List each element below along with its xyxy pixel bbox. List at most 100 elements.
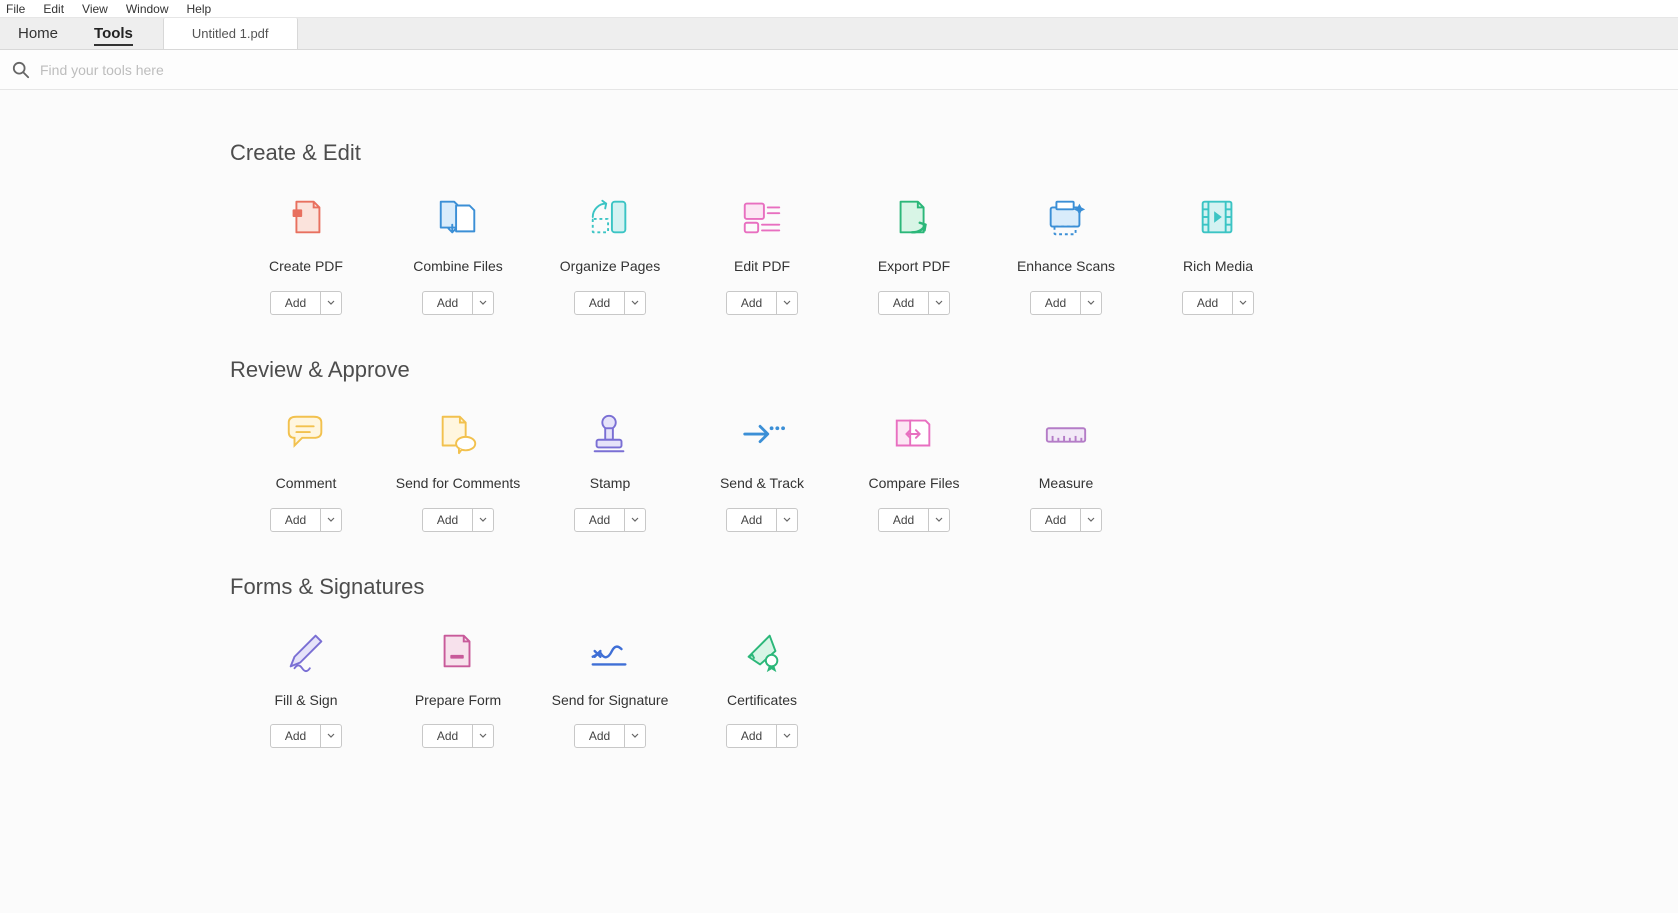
add-button[interactable]: Add xyxy=(270,508,342,532)
tool-send-for-signature[interactable]: Send for Signature Add xyxy=(534,628,686,749)
add-button[interactable]: Add xyxy=(574,508,646,532)
add-button-label: Add xyxy=(423,509,473,531)
tool-label: Prepare Form xyxy=(415,692,501,709)
tool-edit-pdf[interactable]: Edit PDF Add xyxy=(686,194,838,315)
tool-label: Organize Pages xyxy=(560,258,660,275)
menu-edit[interactable]: Edit xyxy=(35,2,72,16)
tool-label: Send & Track xyxy=(720,475,804,492)
content-scroll[interactable]: Create & EditCreate PDFAddCombine FilesA… xyxy=(0,90,1678,913)
tool-send-and-track[interactable]: Send & Track Add xyxy=(686,411,838,532)
add-button[interactable]: Add xyxy=(726,724,798,748)
tool-label: Edit PDF xyxy=(734,258,790,275)
tool-send-for-comments[interactable]: Send for Comments Add xyxy=(382,411,534,532)
add-button[interactable]: Add xyxy=(270,724,342,748)
chevron-down-icon[interactable] xyxy=(321,292,341,314)
chevron-down-icon[interactable] xyxy=(625,509,645,531)
chevron-down-icon[interactable] xyxy=(777,509,797,531)
add-button[interactable]: Add xyxy=(574,724,646,748)
tool-rich-media[interactable]: Rich Media Add xyxy=(1142,194,1294,315)
tool-create-pdf[interactable]: Create PDFAdd xyxy=(230,194,382,315)
enhance-scans-icon xyxy=(1040,194,1092,240)
add-button-label: Add xyxy=(1031,292,1081,314)
add-button[interactable]: Add xyxy=(422,291,494,315)
tool-export-pdf[interactable]: Export PDF Add xyxy=(838,194,990,315)
tool-label: Rich Media xyxy=(1183,258,1253,275)
section-title: Review & Approve xyxy=(230,357,1678,383)
add-button[interactable]: Add xyxy=(1030,508,1102,532)
add-button[interactable]: Add xyxy=(878,291,950,315)
tool-comment[interactable]: CommentAdd xyxy=(230,411,382,532)
chevron-down-icon[interactable] xyxy=(321,725,341,747)
tool-organize-pages[interactable]: Organize Pages Add xyxy=(534,194,686,315)
tool-label: Compare Files xyxy=(868,475,959,492)
stamp-icon xyxy=(584,411,636,457)
tab-home[interactable]: Home xyxy=(0,18,76,49)
tool-certificates[interactable]: CertificatesAdd xyxy=(686,628,838,749)
tool-label: Send for Signature xyxy=(552,692,669,709)
add-button[interactable]: Add xyxy=(422,724,494,748)
add-button[interactable]: Add xyxy=(1182,291,1254,315)
chevron-down-icon[interactable] xyxy=(1081,292,1101,314)
tool-label: Fill & Sign xyxy=(274,692,337,709)
tool-label: Send for Comments xyxy=(396,475,521,492)
menu-window[interactable]: Window xyxy=(118,2,177,16)
chevron-down-icon[interactable] xyxy=(1081,509,1101,531)
chevron-down-icon[interactable] xyxy=(777,292,797,314)
certificates-icon xyxy=(736,628,788,674)
search-icon xyxy=(12,61,30,79)
tool-label: Export PDF xyxy=(878,258,950,275)
tool-label: Combine Files xyxy=(413,258,502,275)
add-button[interactable]: Add xyxy=(422,508,494,532)
add-button-label: Add xyxy=(575,509,625,531)
menu-help[interactable]: Help xyxy=(179,2,220,16)
tool-stamp[interactable]: Stamp Add xyxy=(534,411,686,532)
tool-compare-files[interactable]: Compare Files Add xyxy=(838,411,990,532)
chevron-down-icon[interactable] xyxy=(473,725,493,747)
add-button-label: Add xyxy=(575,292,625,314)
chevron-down-icon[interactable] xyxy=(929,509,949,531)
add-button[interactable]: Add xyxy=(878,508,950,532)
rich-media-icon xyxy=(1192,194,1244,240)
combine-files-icon xyxy=(432,194,484,240)
chevron-down-icon[interactable] xyxy=(929,292,949,314)
tool-row: Fill & SignAddPrepare FormAddSend for Si… xyxy=(230,628,1678,749)
add-button-label: Add xyxy=(727,725,777,747)
add-button-label: Add xyxy=(879,509,929,531)
measure-icon xyxy=(1040,411,1092,457)
tool-prepare-form[interactable]: Prepare Form Add xyxy=(382,628,534,749)
search-input[interactable] xyxy=(30,56,1666,84)
tool-fill-and-sign[interactable]: Fill & Sign Add xyxy=(230,628,382,749)
create-pdf-icon xyxy=(280,194,332,240)
chevron-down-icon[interactable] xyxy=(473,292,493,314)
export-pdf-icon xyxy=(888,194,940,240)
tool-enhance-scans[interactable]: Enhance ScansAdd xyxy=(990,194,1142,315)
add-button[interactable]: Add xyxy=(574,291,646,315)
chevron-down-icon[interactable] xyxy=(473,509,493,531)
chevron-down-icon[interactable] xyxy=(625,725,645,747)
add-button-label: Add xyxy=(879,292,929,314)
content-area: Create & EditCreate PDFAddCombine FilesA… xyxy=(0,90,1678,913)
tool-combine-files[interactable]: Combine Files Add xyxy=(382,194,534,315)
organize-pages-icon xyxy=(584,194,636,240)
comment-icon xyxy=(280,411,332,457)
add-button-label: Add xyxy=(423,292,473,314)
chevron-down-icon[interactable] xyxy=(321,509,341,531)
add-button[interactable]: Add xyxy=(1030,291,1102,315)
chevron-down-icon[interactable] xyxy=(777,725,797,747)
menu-view[interactable]: View xyxy=(74,2,116,16)
chevron-down-icon[interactable] xyxy=(625,292,645,314)
add-button[interactable]: Add xyxy=(726,291,798,315)
chevron-down-icon[interactable] xyxy=(1233,292,1253,314)
section-title: Forms & Signatures xyxy=(230,574,1678,600)
tab-document[interactable]: Untitled 1.pdf xyxy=(163,18,298,49)
tool-measure[interactable]: MeasureAdd xyxy=(990,411,1142,532)
add-button[interactable]: Add xyxy=(726,508,798,532)
tool-row: Create PDFAddCombine FilesAddOrganize Pa… xyxy=(230,194,1678,315)
tab-tools[interactable]: Tools xyxy=(76,18,151,49)
compare-files-icon xyxy=(888,411,940,457)
add-button-label: Add xyxy=(271,725,321,747)
menu-file[interactable]: File xyxy=(4,2,33,16)
tabbar: Home Tools Untitled 1.pdf xyxy=(0,18,1678,50)
tool-label: Stamp xyxy=(590,475,630,492)
add-button[interactable]: Add xyxy=(270,291,342,315)
